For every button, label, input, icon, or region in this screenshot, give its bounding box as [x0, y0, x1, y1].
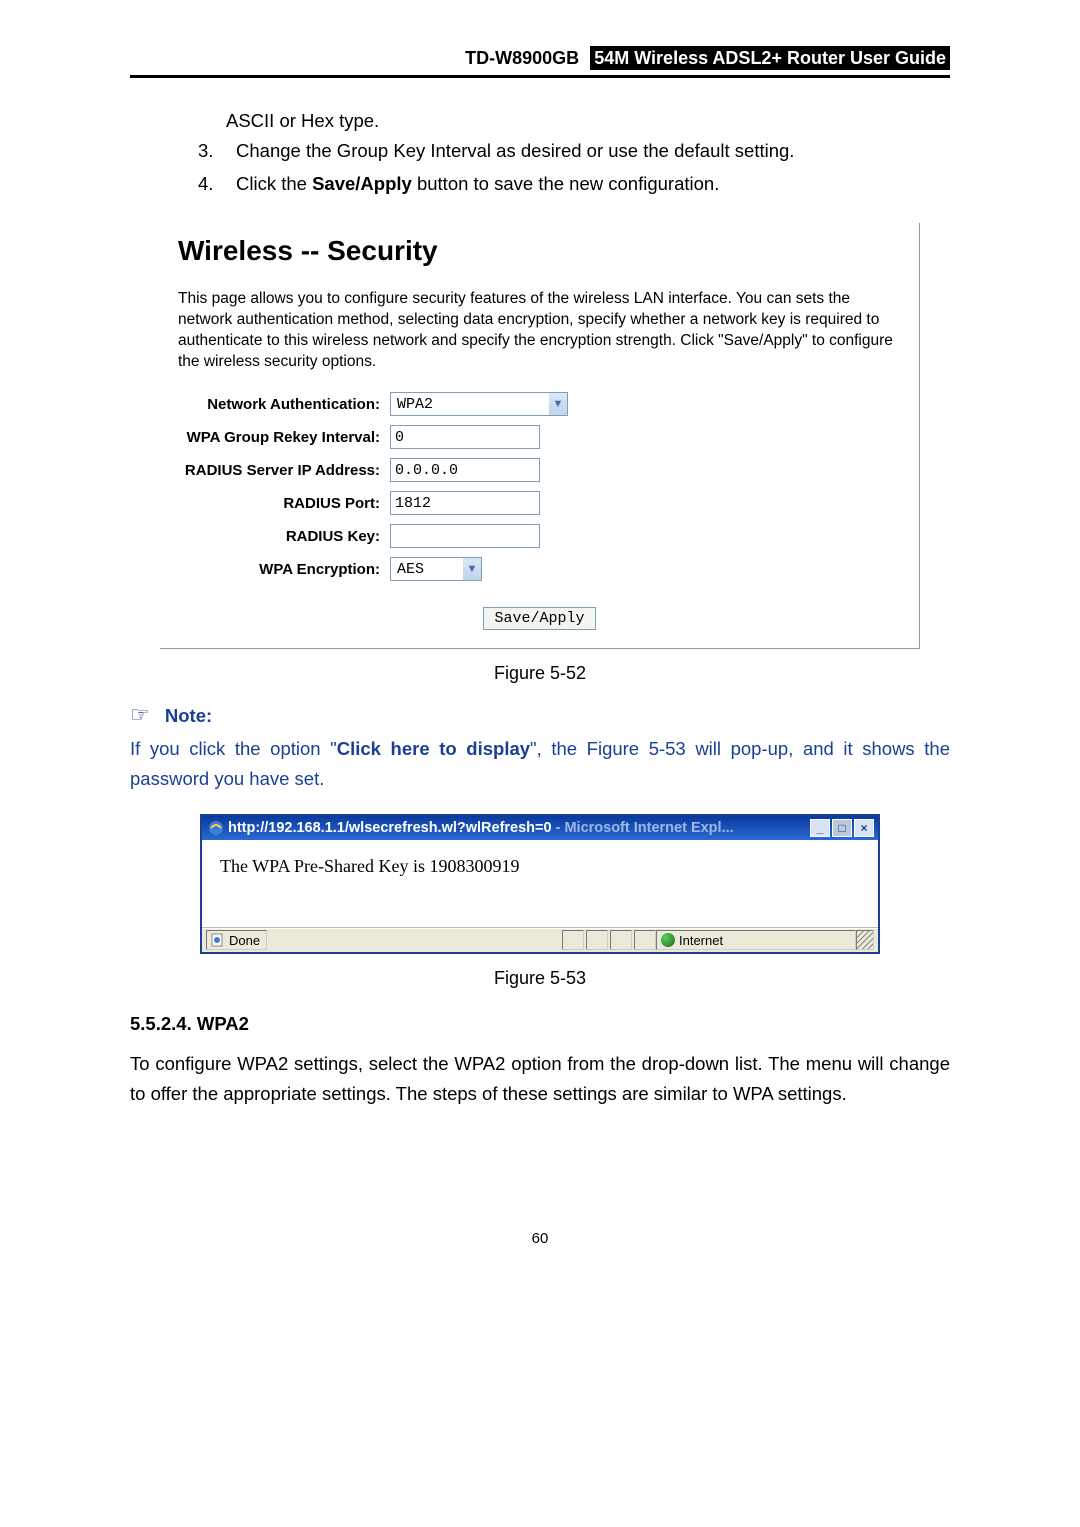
- popup-body: The WPA Pre-Shared Key is 1908300919: [202, 840, 878, 928]
- list-text: Change the Group Key Interval as desired…: [236, 136, 794, 166]
- popup-screenshot: http://192.168.1.1/wlsecrefresh.wl?wlRef…: [200, 814, 880, 954]
- page-icon: [209, 932, 225, 948]
- model-number: TD-W8900GB: [465, 48, 579, 68]
- list-item: 4. Click the Save/Apply button to save t…: [198, 169, 950, 199]
- ie-icon: [208, 820, 224, 836]
- chevron-down-icon: ▼: [463, 558, 481, 580]
- form-row: Network Authentication: WPA2 ▼: [178, 392, 901, 416]
- rekey-label: WPA Group Rekey Interval:: [178, 429, 390, 446]
- minimize-button[interactable]: _: [810, 819, 830, 837]
- status-segment: [610, 930, 632, 950]
- pointing-hand-icon: ☞: [130, 702, 150, 727]
- wpaenc-label: WPA Encryption:: [178, 561, 390, 578]
- radiuskey-label: RADIUS Key:: [178, 528, 390, 545]
- radiusip-input[interactable]: [390, 458, 540, 482]
- note-heading: ☞ Note:: [130, 702, 950, 728]
- intro-text: ASCII or Hex type. 3. Change the Group K…: [178, 106, 950, 199]
- panel-description: This page allows you to configure securi…: [178, 289, 901, 373]
- titlebar-url: http://192.168.1.1/wlsecrefresh.wl?wlRef…: [228, 820, 734, 836]
- window-titlebar: http://192.168.1.1/wlsecrefresh.wl?wlRef…: [202, 816, 878, 840]
- globe-icon: [661, 933, 675, 947]
- netauth-select[interactable]: WPA2 ▼: [390, 392, 568, 416]
- header-rule: [130, 75, 950, 78]
- netauth-label: Network Authentication:: [178, 396, 390, 413]
- continuation-text: ASCII or Hex type.: [226, 106, 950, 136]
- form-row: RADIUS Port:: [178, 491, 901, 515]
- wpaenc-select[interactable]: AES ▼: [390, 557, 482, 581]
- radiuskey-input[interactable]: [390, 524, 540, 548]
- note-body: If you click the option "Click here to d…: [130, 734, 950, 793]
- list-number: 4.: [198, 169, 218, 199]
- wireless-security-screenshot: Wireless -- Security This page allows yo…: [160, 223, 920, 650]
- chevron-down-icon: ▼: [549, 393, 567, 415]
- status-bar: Done Internet: [202, 928, 878, 952]
- maximize-button[interactable]: □: [832, 819, 852, 837]
- status-segment: [634, 930, 656, 950]
- radiusport-label: RADIUS Port:: [178, 495, 390, 512]
- guide-title: 54M Wireless ADSL2+ Router User Guide: [590, 46, 950, 70]
- list-item: 3. Change the Group Key Interval as desi…: [198, 136, 950, 166]
- close-button[interactable]: ×: [854, 819, 874, 837]
- page-header: TD-W8900GB 54M Wireless ADSL2+ Router Us…: [130, 48, 950, 75]
- page-number: 60: [130, 1230, 950, 1247]
- resize-grip-icon[interactable]: [856, 930, 874, 950]
- panel-title: Wireless -- Security: [178, 235, 901, 267]
- section-heading: 5.5.2.4. WPA2: [130, 1013, 950, 1035]
- form-row: RADIUS Key:: [178, 524, 901, 548]
- radiusport-input[interactable]: [390, 491, 540, 515]
- status-segment: [586, 930, 608, 950]
- section-body: To configure WPA2 settings, select the W…: [130, 1049, 950, 1110]
- save-apply-button[interactable]: Save/Apply: [483, 607, 595, 630]
- form-row: WPA Encryption: AES ▼: [178, 557, 901, 581]
- list-number: 3.: [198, 136, 218, 166]
- rekey-input[interactable]: [390, 425, 540, 449]
- status-zone: Internet: [656, 930, 856, 950]
- status-done: Done: [206, 930, 267, 950]
- list-text: Click the Save/Apply button to save the …: [236, 169, 719, 199]
- figure-caption: Figure 5-52: [130, 663, 950, 684]
- form-row: WPA Group Rekey Interval:: [178, 425, 901, 449]
- status-segment: [562, 930, 584, 950]
- form-row: RADIUS Server IP Address:: [178, 458, 901, 482]
- radiusip-label: RADIUS Server IP Address:: [178, 462, 390, 479]
- figure-caption: Figure 5-53: [130, 968, 950, 989]
